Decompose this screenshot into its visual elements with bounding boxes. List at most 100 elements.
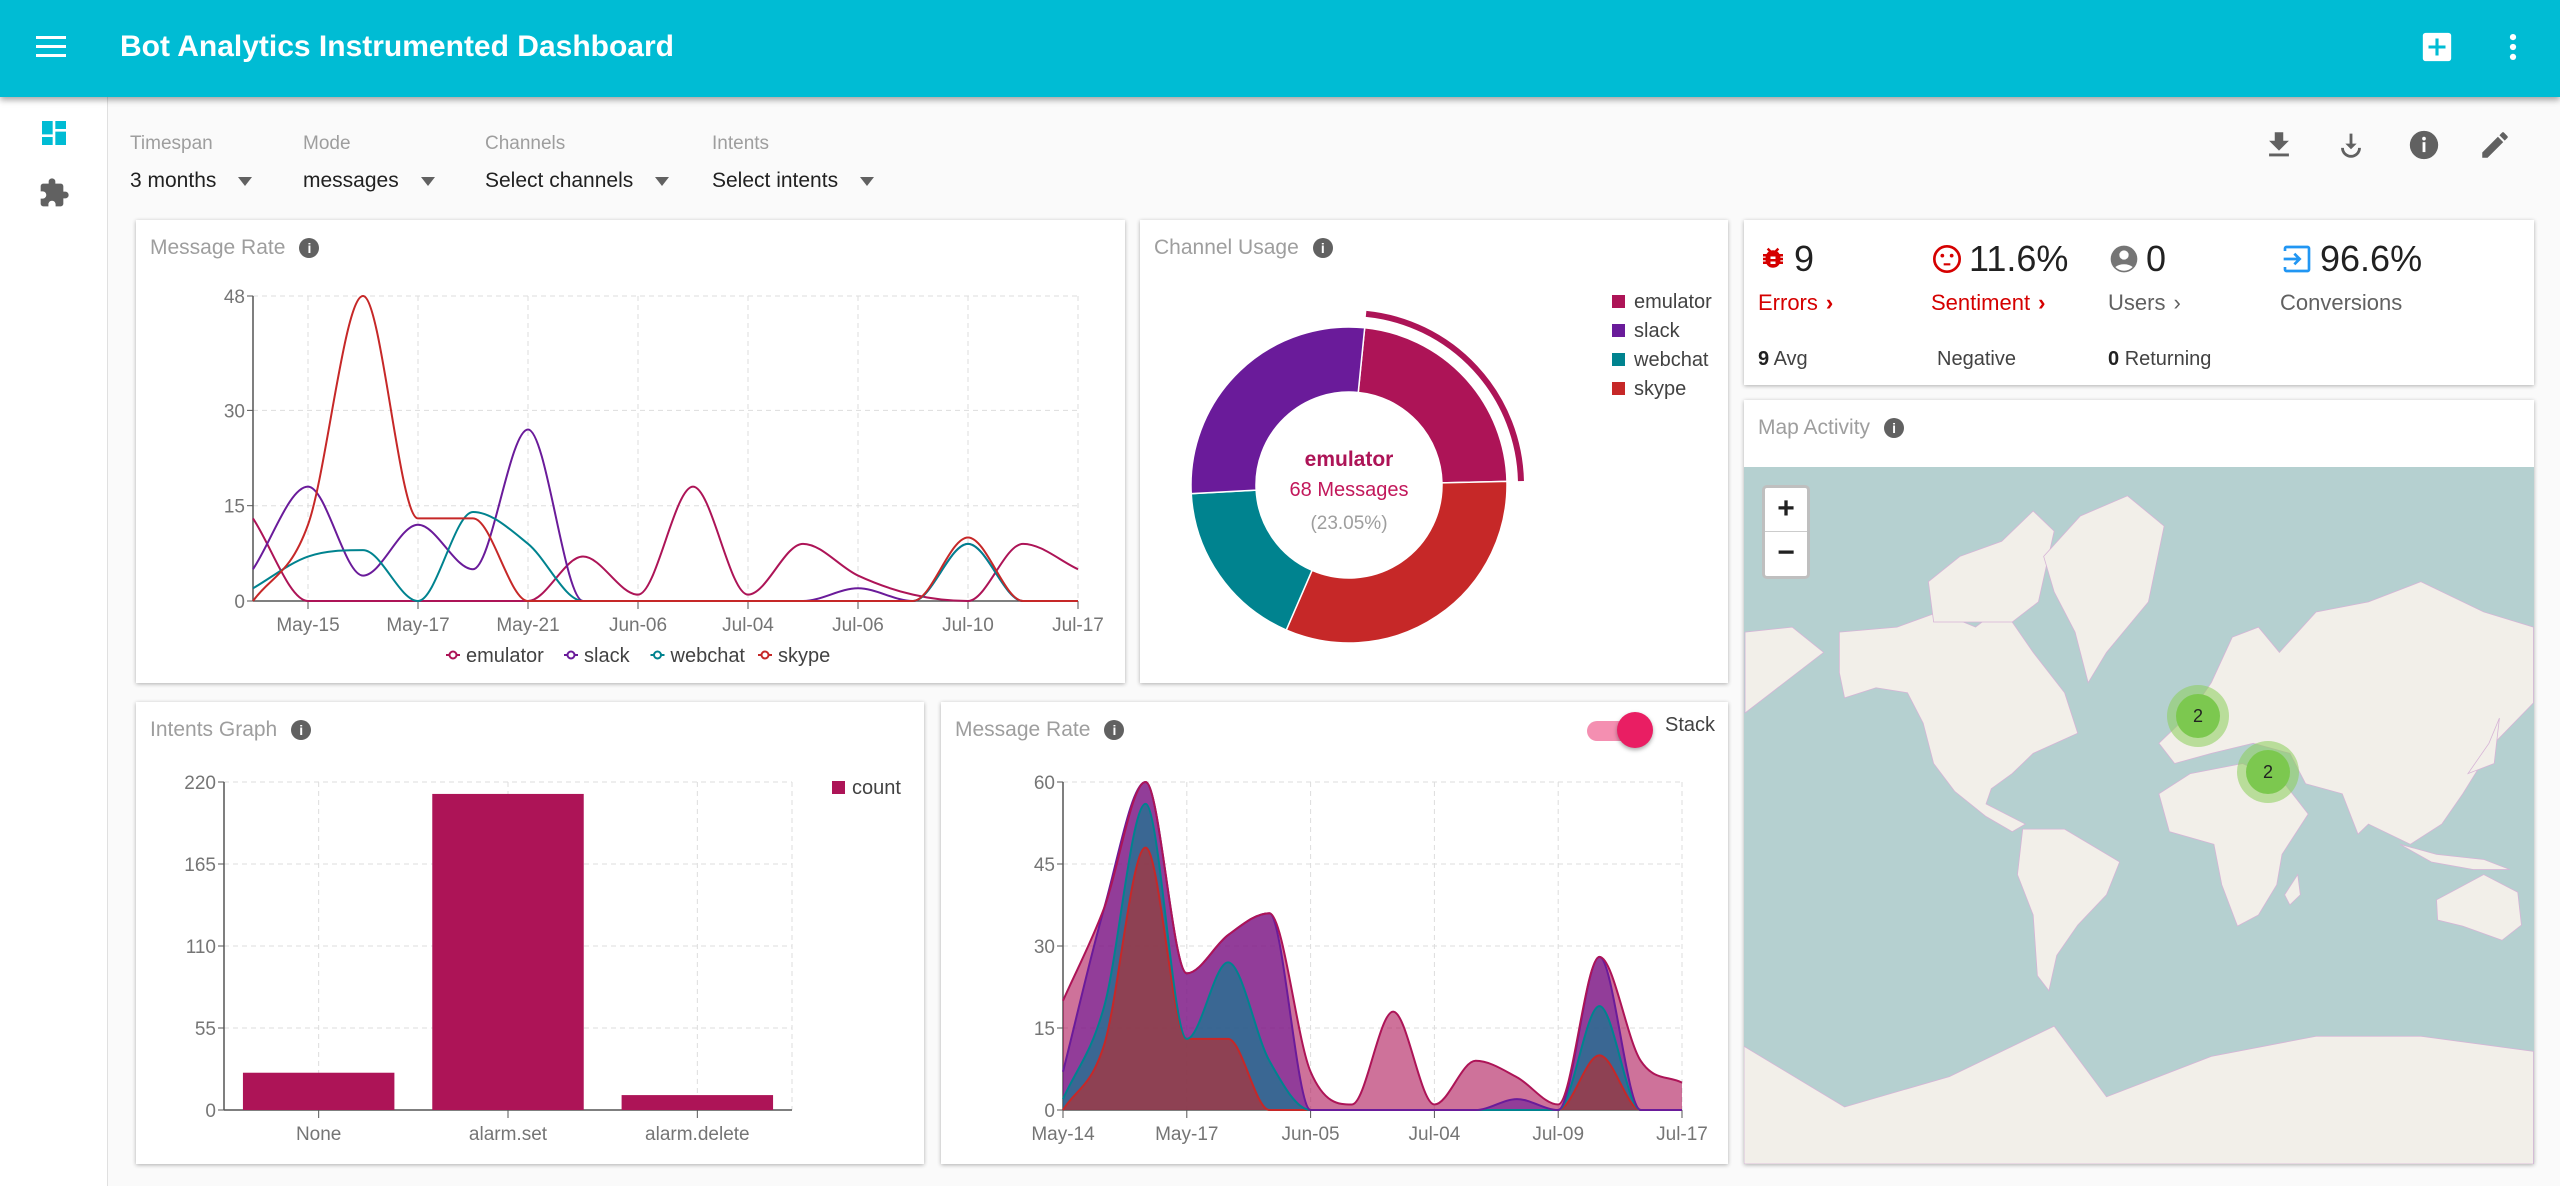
legend-label-slack: slack (584, 645, 631, 667)
x-tick-label: Jul-10 (942, 615, 994, 636)
legend-label-emulator: emulator (466, 645, 544, 667)
kpi-value: 0 (2146, 238, 2167, 279)
series-line-emulator (252, 485, 1079, 603)
legend-marker (653, 650, 662, 660)
side-rail (0, 97, 108, 1186)
kpi-users: 0 Users › 0 Returning (2108, 238, 2211, 370)
channels-select[interactable]: Select channels (485, 169, 670, 193)
x-tick-label: May-15 (276, 615, 339, 636)
sentiment-dissatisfied-icon (1933, 245, 1961, 273)
info-icon[interactable]: i (1884, 418, 1905, 438)
bar-alarm.set (432, 793, 584, 1110)
channel-usage-chart: emulator 68 Messages (23.05%) emulator sl… (1190, 291, 1712, 644)
y-tick-label: 15 (1034, 1019, 1055, 1040)
legend-marker (448, 650, 458, 660)
bug-icon (1763, 247, 1783, 268)
legend-swatch-skype (1612, 382, 1625, 395)
filter-value: Select channels (485, 169, 634, 192)
x-tick-label: Jul-17 (1656, 1124, 1708, 1145)
y-tick-label: 0 (1044, 1101, 1055, 1122)
y-tick-label: 30 (1034, 937, 1055, 958)
timespan-filter[interactable]: Timespan 3 months (130, 133, 253, 193)
kpi-label: Errors (1758, 290, 1818, 315)
filter-label: Mode (303, 133, 351, 154)
legend-label-skype: skype (778, 645, 830, 667)
errors-link[interactable]: Errors › (1758, 290, 1833, 316)
x-tick-label: Jul-04 (722, 615, 774, 636)
legend-label-skype: skype (1634, 378, 1686, 400)
filter-value: 3 months (130, 169, 217, 192)
chevron-right-icon: › (2038, 290, 2046, 315)
map-cluster[interactable]: 2 (2237, 741, 2299, 803)
menu-icon[interactable] (36, 36, 66, 60)
map-cluster[interactable]: 2 (2167, 685, 2229, 747)
map-card: Map Activity i + − 2 2 (1744, 400, 2534, 1164)
legend-label-webchat: webchat (1633, 349, 1709, 371)
kpi-value: 11.6% (1969, 238, 2069, 279)
kpi-sub-label: Returning (2124, 348, 2212, 370)
dropdown-arrow-icon (860, 176, 875, 186)
app-title: Bot Analytics Instrumented Dashboard (120, 30, 674, 63)
y-tick-label: 220 (184, 773, 216, 794)
intents-filter[interactable]: Intents Select intents (712, 133, 875, 193)
mode-filter[interactable]: Mode messages (303, 133, 435, 193)
x-tick-label: Jul-17 (1052, 615, 1104, 636)
dropdown-arrow-icon (238, 176, 253, 186)
kpi-sub-value: 0 (2108, 348, 2120, 370)
add-box-icon[interactable] (2420, 30, 2454, 64)
extension-icon[interactable] (38, 177, 70, 209)
legend-marker (566, 650, 576, 660)
kpi-sub-label: Negative (1937, 348, 2016, 370)
kpi-label: Users (2108, 290, 2166, 315)
bar-alarm.delete (621, 1095, 774, 1110)
users-link[interactable]: Users › (2108, 290, 2181, 316)
card-title: Map Activity (1758, 416, 1871, 439)
account-circle-icon (2110, 245, 2138, 273)
y-tick-label: 165 (184, 855, 216, 876)
x-tick-label: May-17 (1155, 1124, 1218, 1145)
kpi-card: 9 Errors › 9 Avg 11.6% Sentiment › Negativ… (1744, 220, 2534, 385)
legend-swatch-webchat (1612, 353, 1625, 366)
legend-swatch (832, 781, 845, 794)
donut-center-count: 68 Messages (1290, 479, 1409, 501)
kpi-sub-label: Avg (1773, 348, 1808, 370)
chevron-right-icon: › (1825, 290, 1834, 315)
kpi-sentiment: 11.6% Sentiment › Negative (1931, 238, 2069, 370)
donut-slice-webchat (1190, 489, 1314, 631)
y-tick-label: 55 (195, 1019, 216, 1040)
legend-label-emulator: emulator (1634, 291, 1712, 313)
kpi-label: Conversions (2280, 290, 2403, 315)
message-rate-stacked-chart: 0 15 30 45 60 May-14 May-17 Jun-05 Jul-04 Jul-09 J… (1031, 773, 1708, 1145)
y-tick-label: 110 (186, 937, 216, 958)
mode-select[interactable]: messages (303, 169, 435, 193)
x-tick-label: May-14 (1031, 1124, 1095, 1145)
edit-icon[interactable] (2478, 128, 2512, 162)
world-map[interactable]: + − 2 2 (1744, 467, 2534, 1164)
app-header: Bot Analytics Instrumented Dashboard (0, 0, 2560, 97)
timespan-select[interactable]: 3 months (130, 169, 253, 193)
zoom-out-button[interactable]: − (1765, 532, 1807, 576)
zoom-in-button[interactable]: + (1765, 488, 1807, 532)
kpi-sub-value: 9 (1758, 348, 1770, 370)
x-tick-label: None (296, 1124, 341, 1145)
sentiment-link[interactable]: Sentiment › (1931, 290, 2068, 316)
map-zoom-control: + − (1762, 485, 1810, 579)
download-icon[interactable] (2262, 128, 2296, 162)
x-tick-label: alarm.delete (645, 1124, 750, 1145)
info-icon[interactable] (2407, 128, 2441, 162)
x-tick-label: alarm.set (469, 1124, 548, 1145)
filter-label: Intents (712, 133, 770, 154)
more-vert-icon[interactable] (2496, 30, 2530, 64)
series-line-skype (252, 294, 1078, 602)
intents-select[interactable]: Select intents (712, 169, 875, 193)
channels-filter[interactable]: Channels Select channels (485, 133, 670, 193)
legend-label: count (852, 777, 901, 799)
x-tick-label: May-17 (386, 615, 449, 636)
dashboard-icon[interactable] (38, 117, 70, 149)
download-partial-icon[interactable] (2334, 128, 2368, 162)
legend-marker (760, 650, 770, 660)
donut-center-percent: (23.05%) (1310, 513, 1387, 534)
series-line-webchat (252, 511, 1078, 603)
y-tick-label: 45 (1034, 855, 1055, 876)
legend-label-webchat: webchat (670, 645, 746, 667)
